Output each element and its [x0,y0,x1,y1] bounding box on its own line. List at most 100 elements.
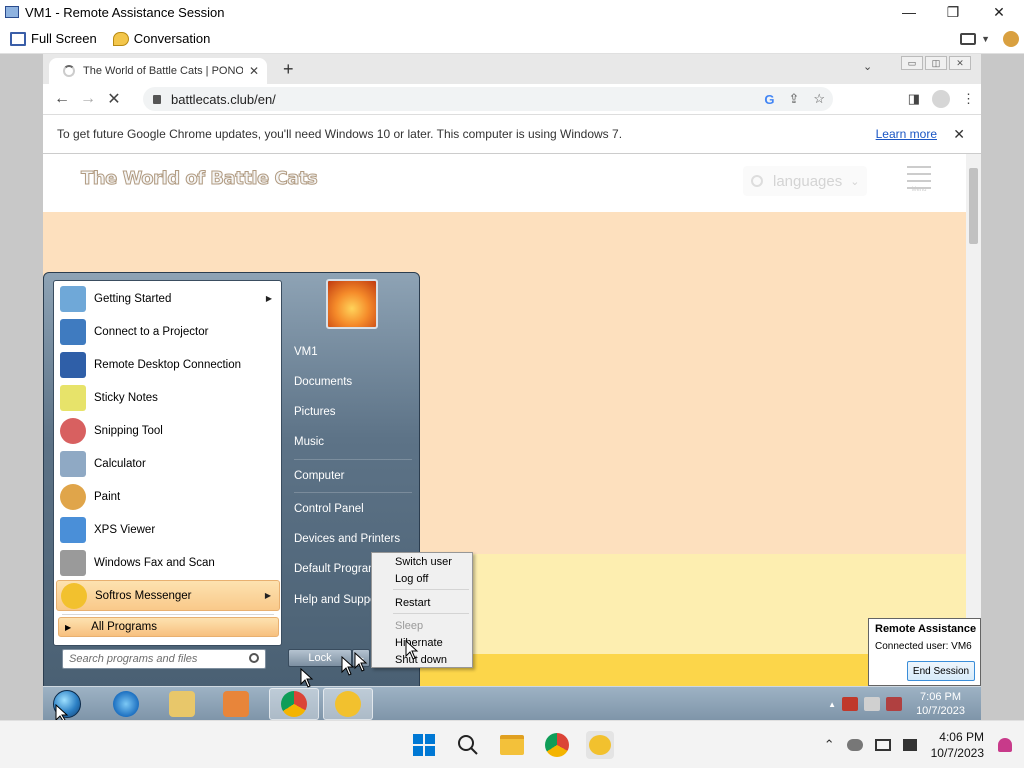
back-icon[interactable]: ← [49,90,75,108]
learn-more-link[interactable]: Learn more [876,127,937,141]
onedrive-icon[interactable] [846,739,863,751]
side-panel-icon[interactable]: ◨ [908,91,920,107]
network-icon[interactable] [874,739,891,751]
tab-search-icon[interactable]: ⌄ [863,60,872,73]
w11-search-button[interactable] [454,731,482,759]
mouse-cursor-icon [55,704,69,720]
w11-softros[interactable] [586,731,614,759]
languages-button[interactable]: languages ⌄ [743,166,867,196]
tray-chevron-icon[interactable]: ⌃ [824,737,835,753]
start-item-softros-messenger[interactable]: Softros Messenger ▶ [56,580,280,611]
search-placeholder: Search programs and files [69,653,198,665]
page-scrollbar[interactable] [966,154,981,686]
action-center-icon[interactable] [842,697,859,711]
w11-time: 4:06 PM [939,730,984,744]
start-item-label: Sticky Notes [94,391,158,404]
start-right-control-panel[interactable]: Control Panel [294,496,416,522]
start-right-documents[interactable]: Documents [294,369,416,395]
w11-file-explorer[interactable] [498,731,526,759]
lock-icon[interactable] [153,94,161,104]
scrollbar-thumb[interactable] [969,168,978,244]
chrome-close-button[interactable]: ✕ [949,56,971,70]
new-tab-button[interactable]: + [283,59,294,80]
w11-chrome[interactable] [543,731,571,759]
taskbar-chrome[interactable] [269,688,319,720]
profile-avatar-icon[interactable] [932,90,950,108]
stop-loading-icon[interactable]: ✕ [101,89,127,109]
start-item-calculator[interactable]: Calculator [56,448,280,479]
minimize-button[interactable]: — [886,0,932,24]
chrome-maximize-button[interactable]: ◫ [925,56,947,70]
start-right-devices-printers[interactable]: Devices and Printers [294,526,416,552]
start-item-snipping-tool[interactable]: Snipping Tool [56,415,280,446]
network-icon[interactable] [864,697,881,711]
start-right-music[interactable]: Music [294,429,416,455]
w11-clock[interactable]: 4:06 PM 10/7/2023 [931,729,984,761]
search-icon[interactable] [249,653,259,663]
menu-item-log-off[interactable]: Log off [374,570,470,587]
menu-divider [393,613,469,614]
site-logo[interactable]: The World of Battle Cats [80,168,318,190]
conversation-button[interactable]: Conversation [107,27,217,51]
url-text[interactable]: battlecats.club/en/ [171,92,276,107]
close-button[interactable]: ✕ [976,0,1022,24]
w11-start-button[interactable] [410,731,438,759]
chrome-menu-icon[interactable]: ⋮ [962,91,975,107]
start-right-computer[interactable]: Computer [294,463,416,489]
google-translate-icon[interactable]: G [764,92,774,107]
display-settings-icon[interactable] [960,33,977,45]
remote-assistance-popup: Remote Assistance Connected user: VM6 En… [868,618,981,686]
taskbar-media-player[interactable] [211,688,261,720]
w11-date: 10/7/2023 [930,746,984,760]
mouse-cursor-icon [354,652,368,672]
start-item-getting-started[interactable]: Getting Started ▶ [56,283,280,314]
start-search-input[interactable]: Search programs and files [62,649,266,669]
display-dropdown-icon[interactable]: ▼ [981,34,990,44]
omnibox-icons: G ⇪ ☆ [750,87,825,111]
chrome-tab[interactable]: The World of Battle Cats | PONOS ✕ [49,58,267,84]
address-bar[interactable]: battlecats.club/en/ G ⇪ ☆ [143,87,833,111]
start-item-xps-viewer[interactable]: XPS Viewer [56,514,280,545]
scissors-icon [60,417,86,444]
bookmark-star-icon[interactable]: ☆ [813,91,825,107]
mouse-cursor-icon [341,656,355,676]
notification-bell-icon[interactable] [998,738,1012,752]
user-avatar[interactable] [326,279,378,329]
start-item-paint[interactable]: Paint [56,481,280,512]
tab-close-icon[interactable]: ✕ [249,64,259,78]
remote-desktop[interactable]: The World of Battle Cats | PONOS ✕ + ⌄ ▭… [0,54,1024,720]
chrome-tab-strip: The World of Battle Cats | PONOS ✕ + ⌄ ▭… [43,54,981,84]
taskbar-softros[interactable] [323,688,373,720]
taskbar-explorer[interactable] [157,688,207,720]
menu-item-restart[interactable]: Restart [374,594,470,611]
volume-muted-icon[interactable] [902,739,917,751]
forward-icon[interactable]: → [75,90,101,108]
tray-overflow-icon[interactable]: ▲ [828,700,836,709]
maximize-button[interactable]: ❐ [930,0,976,24]
chrome-minimize-button[interactable]: ▭ [901,56,923,70]
menu-item-shut-down[interactable]: Shut down [374,651,470,668]
start-item-projector[interactable]: Connect to a Projector [56,316,280,347]
end-session-button[interactable]: End Session [907,661,975,681]
mouse-cursor-icon [405,640,419,660]
share-icon[interactable]: ⇪ [788,91,799,107]
start-item-remote-desktop[interactable]: Remote Desktop Connection [56,349,280,380]
start-item-fax-scan[interactable]: Windows Fax and Scan [56,547,280,578]
full-screen-label: Full Screen [31,31,97,46]
volume-muted-icon[interactable] [886,697,903,711]
w7-system-tray: ▲ 7:06 PM 10/7/2023 [828,687,965,720]
start-item-sticky-notes[interactable]: Sticky Notes [56,382,280,413]
full-screen-button[interactable]: Full Screen [4,27,103,51]
start-right-pictures[interactable]: Pictures [294,399,416,425]
menu-label: Menu [907,187,931,193]
all-programs-button[interactable]: ▶ All Programs [58,617,279,637]
help-icon[interactable] [1003,31,1019,47]
menu-item-hibernate[interactable]: Hibernate [374,634,470,651]
ra-toolbar: Full Screen Conversation ▼ [0,24,1024,54]
start-right-user[interactable]: VM1 [294,339,416,365]
menu-item-switch-user[interactable]: Switch user [374,553,470,570]
w7-clock[interactable]: 7:06 PM 10/7/2023 [916,690,965,718]
hamburger-menu-button[interactable]: Menu [907,166,931,196]
infobar-close-icon[interactable]: ✕ [953,126,965,143]
taskbar-ie[interactable] [101,688,151,720]
